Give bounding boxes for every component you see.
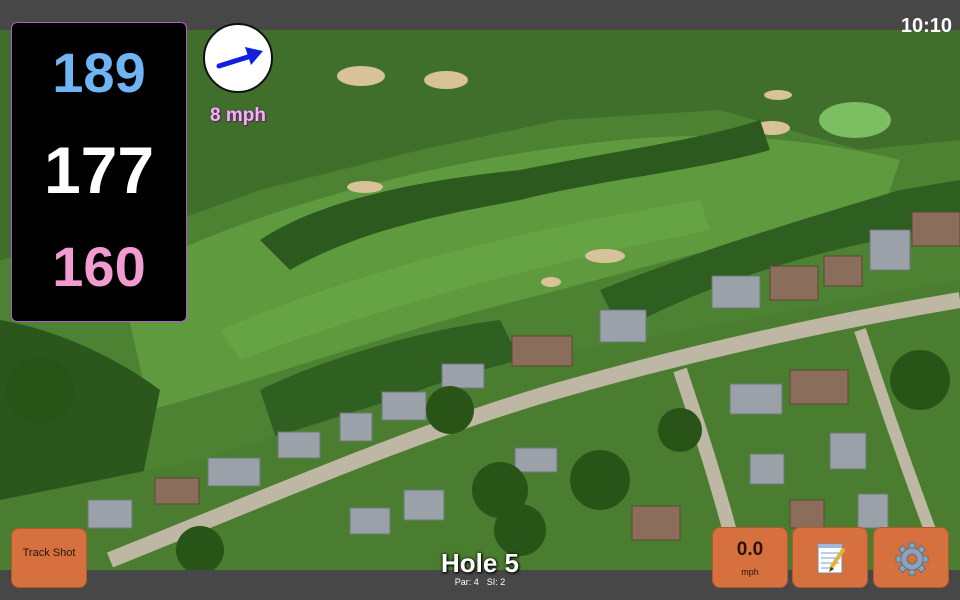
wind-indicator	[203, 23, 273, 93]
hole-title: Hole 5	[440, 548, 520, 578]
speed-value: 0.0	[736, 539, 764, 560]
speed-button[interactable]: 0.0 mph	[712, 527, 788, 588]
front-distance: 160	[52, 235, 146, 298]
speed-unit: mph	[741, 567, 759, 577]
hole-info: Par: 4 SI: 2	[380, 577, 580, 588]
back-distance: 189	[52, 41, 146, 104]
middle-distance: 177	[43, 133, 155, 207]
track-shot-button[interactable]: Track Shot	[11, 528, 87, 588]
gear-icon	[895, 542, 929, 576]
par-label: Par: 4	[454, 577, 479, 587]
stroke-index-label: SI: 2	[486, 577, 506, 587]
notepad-icon	[817, 543, 845, 574]
distance-panel: 189 177 160	[11, 22, 187, 322]
notes-button[interactable]	[792, 527, 868, 588]
clock: 10:10	[900, 15, 952, 37]
wind-speed-label: 8 mph	[210, 105, 266, 126]
arrow-icon	[216, 47, 263, 69]
settings-button[interactable]	[873, 527, 949, 588]
